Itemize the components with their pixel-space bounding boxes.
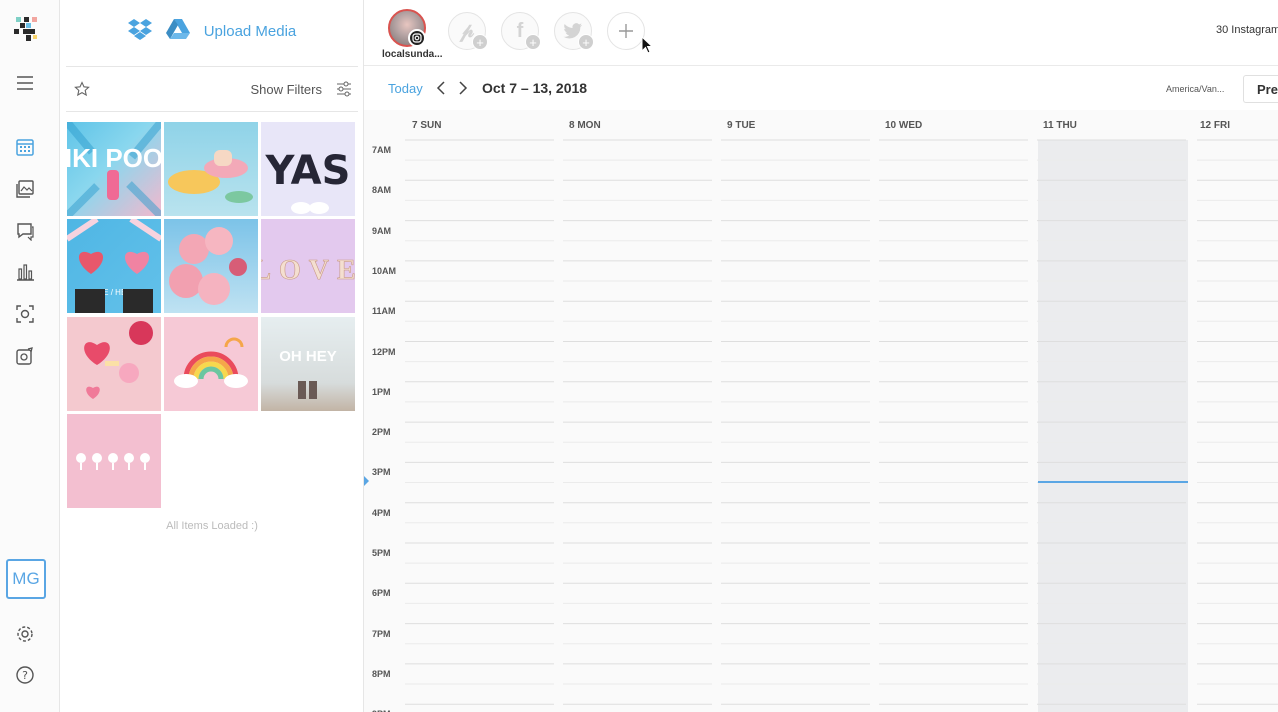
conversations-icon[interactable]: [12, 218, 38, 244]
plus-icon: [619, 24, 633, 38]
dropbox-icon[interactable]: [127, 18, 152, 45]
add-account-button[interactable]: [607, 12, 645, 50]
tile-caption: YAS: [265, 148, 351, 194]
media-tile-oh-hey[interactable]: OH HEY: [261, 317, 355, 411]
add-icon: +: [525, 34, 541, 50]
help-icon[interactable]: ?: [12, 662, 38, 688]
app-logo[interactable]: [11, 14, 41, 44]
instagram-icon: [408, 29, 426, 47]
star-icon[interactable]: [74, 81, 90, 102]
menu-icon[interactable]: [12, 70, 38, 96]
timezone-label[interactable]: America/Van...: [1166, 84, 1224, 94]
date-range: Oct 7 – 13, 2018: [482, 80, 588, 96]
user-avatar[interactable]: MG: [6, 559, 46, 599]
discover-icon[interactable]: [12, 301, 38, 327]
media-panel: Upload Media Show Filters TIKI POOL YAS: [60, 0, 364, 712]
media-tile-yas[interactable]: YAS: [261, 122, 355, 216]
today-button[interactable]: Today: [388, 81, 423, 96]
upload-row: Upload Media: [60, 0, 364, 62]
tile-caption: TIKI POOL: [67, 143, 161, 173]
media-tile-pool-float[interactable]: [164, 122, 258, 216]
analytics-icon[interactable]: [12, 259, 38, 285]
all-loaded-message: All Items Loaded :): [166, 520, 258, 532]
calendar-grid: 7 SUN 8 MON 9 TUE 10 WED 11 THU 12 FRI 7AM 8AM…: [364, 110, 1278, 712]
media-tile-candy-hearts[interactable]: BE MINE / HEY GIRL: [67, 219, 161, 313]
media-library-icon[interactable]: [12, 176, 38, 202]
settings-icon[interactable]: [12, 621, 38, 647]
chevron-left-icon[interactable]: [433, 79, 449, 97]
filter-bar: Show Filters: [66, 66, 358, 112]
media-tile-rainbow[interactable]: [164, 317, 258, 411]
upload-media-button[interactable]: Upload Media: [204, 23, 297, 40]
facebook-add-icon[interactable]: f +: [501, 12, 541, 50]
media-tile-tiki-pool[interactable]: TIKI POOL: [67, 122, 161, 216]
media-tile-bulbs[interactable]: [67, 414, 161, 508]
add-icon: +: [472, 34, 488, 50]
pinterest-add-icon[interactable]: 𝓅 +: [448, 12, 488, 50]
content-settings-icon[interactable]: [12, 343, 38, 369]
google-drive-icon[interactable]: [165, 18, 190, 45]
media-tile-love[interactable]: LOVE: [261, 219, 355, 313]
grid-lines: [405, 139, 1278, 705]
current-time-marker: [364, 476, 369, 486]
media-tile-pink-balloons[interactable]: [164, 219, 258, 313]
calendar-toolbar: Today Oct 7 – 13, 2018 America/Van... Pr…: [364, 66, 1278, 110]
chevron-right-icon[interactable]: [455, 79, 471, 97]
tile-caption: OH HEY: [279, 348, 337, 365]
app: MG ? Upload Media Show Filters IKI POO Y…: [0, 0, 1278, 712]
preview-button[interactable]: Pre: [1243, 75, 1278, 103]
calendar-icon[interactable]: [12, 134, 38, 160]
add-icon: +: [578, 34, 594, 50]
show-filters-button[interactable]: Show Filters: [250, 82, 322, 97]
left-nav: MG ?: [0, 0, 60, 712]
tile-caption: LOVE: [261, 255, 355, 286]
account-name: localsunda...: [382, 49, 443, 60]
svg-text:?: ?: [22, 669, 28, 682]
twitter-add-icon[interactable]: +: [554, 12, 594, 50]
current-time-line: [1038, 481, 1188, 483]
accounts-bar: localsunda... 𝓅 + f + + 30 Instagram: [364, 0, 1278, 66]
mouse-cursor-icon: [641, 35, 654, 59]
sliders-icon[interactable]: [336, 81, 352, 102]
media-tile-heart-candies[interactable]: [67, 317, 161, 411]
account-count: 30 Instagram: [1216, 24, 1278, 36]
facebook-icon: f: [516, 19, 524, 42]
